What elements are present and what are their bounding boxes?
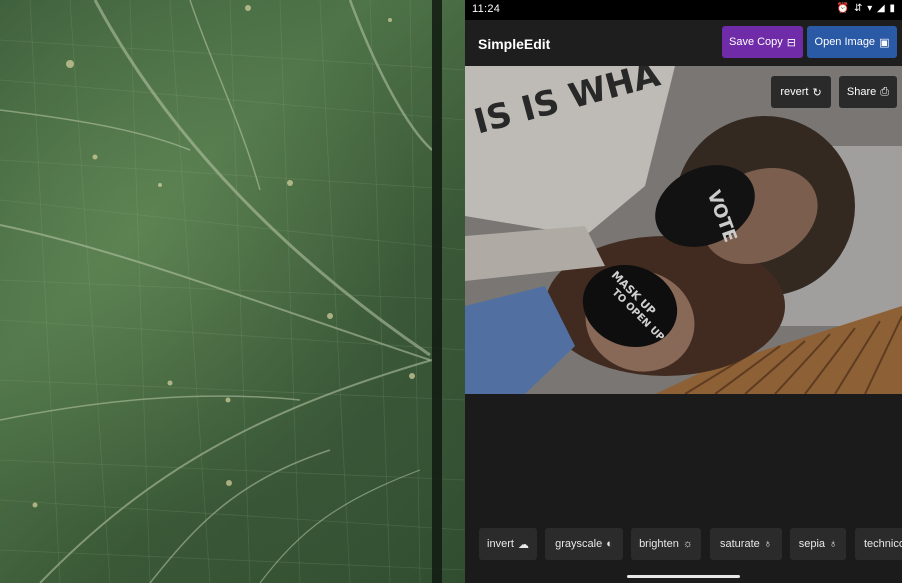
invert-icon: ☁ xyxy=(517,538,529,551)
simpleedit-app: 11:24 ⏰ ⇵ ▾ ◢ ▮ SimpleEdit Save Copy ⊟ O… xyxy=(465,0,902,583)
home-wallpaper xyxy=(0,0,465,583)
app-toolbar: SimpleEdit Save Copy ⊟ Open Image ▣ xyxy=(465,20,902,66)
save-copy-label: Save Copy xyxy=(728,36,783,48)
filter-sepia-button[interactable]: sepia ♁ xyxy=(790,528,846,560)
share-icon: ⎙ xyxy=(880,85,890,98)
canvas-empty-space xyxy=(465,394,902,512)
status-bar: 11:24 ⏰ ⇵ ▾ ◢ ▮ xyxy=(465,0,902,20)
filter-technicolor-button[interactable]: technico xyxy=(855,528,902,560)
save-icon: ⊟ xyxy=(786,36,797,49)
save-copy-button[interactable]: Save Copy ⊟ xyxy=(722,26,803,58)
gesture-nav-handle[interactable] xyxy=(627,575,740,578)
photo-preview: IS IS WHA VOTE MASK UP TO OPEN UP xyxy=(465,66,902,394)
filter-label: saturate xyxy=(720,538,760,550)
share-button[interactable]: Share ⎙ xyxy=(839,76,897,108)
status-time: 11:24 xyxy=(472,3,501,15)
filter-label: grayscale xyxy=(555,538,603,550)
revert-icon: ↻ xyxy=(812,86,822,99)
leaf-texture xyxy=(0,0,465,583)
filter-label: invert xyxy=(487,538,514,550)
filter-bar[interactable]: invert ☁ grayscale ◐ brighten ☼ saturate… xyxy=(465,512,902,576)
grayscale-icon: ◐ xyxy=(606,538,613,550)
share-label: Share xyxy=(846,86,877,98)
filter-label: sepia xyxy=(798,538,826,550)
saturate-icon: ♁ xyxy=(763,538,772,550)
revert-label: revert xyxy=(780,86,809,98)
filter-saturate-button[interactable]: saturate ♁ xyxy=(710,528,782,560)
image-icon: ▣ xyxy=(879,36,890,49)
brighten-icon: ☼ xyxy=(682,538,693,550)
open-image-label: Open Image xyxy=(814,36,876,48)
status-icons: ⏰ ⇵ ▾ ◢ ▮ xyxy=(836,3,896,14)
edited-image[interactable]: IS IS WHA VOTE MASK UP TO OPEN UP revert… xyxy=(465,66,902,394)
open-image-button[interactable]: Open Image ▣ xyxy=(807,26,897,58)
revert-button[interactable]: revert ↻ xyxy=(771,76,831,108)
filter-brighten-button[interactable]: brighten ☼ xyxy=(631,528,701,560)
filter-label: brighten xyxy=(639,538,679,550)
sepia-icon: ♁ xyxy=(829,538,838,550)
app-title: SimpleEdit xyxy=(478,36,551,52)
filter-invert-button[interactable]: invert ☁ xyxy=(479,528,537,560)
filter-label: technico xyxy=(864,538,902,550)
filter-grayscale-button[interactable]: grayscale ◐ xyxy=(545,528,623,560)
